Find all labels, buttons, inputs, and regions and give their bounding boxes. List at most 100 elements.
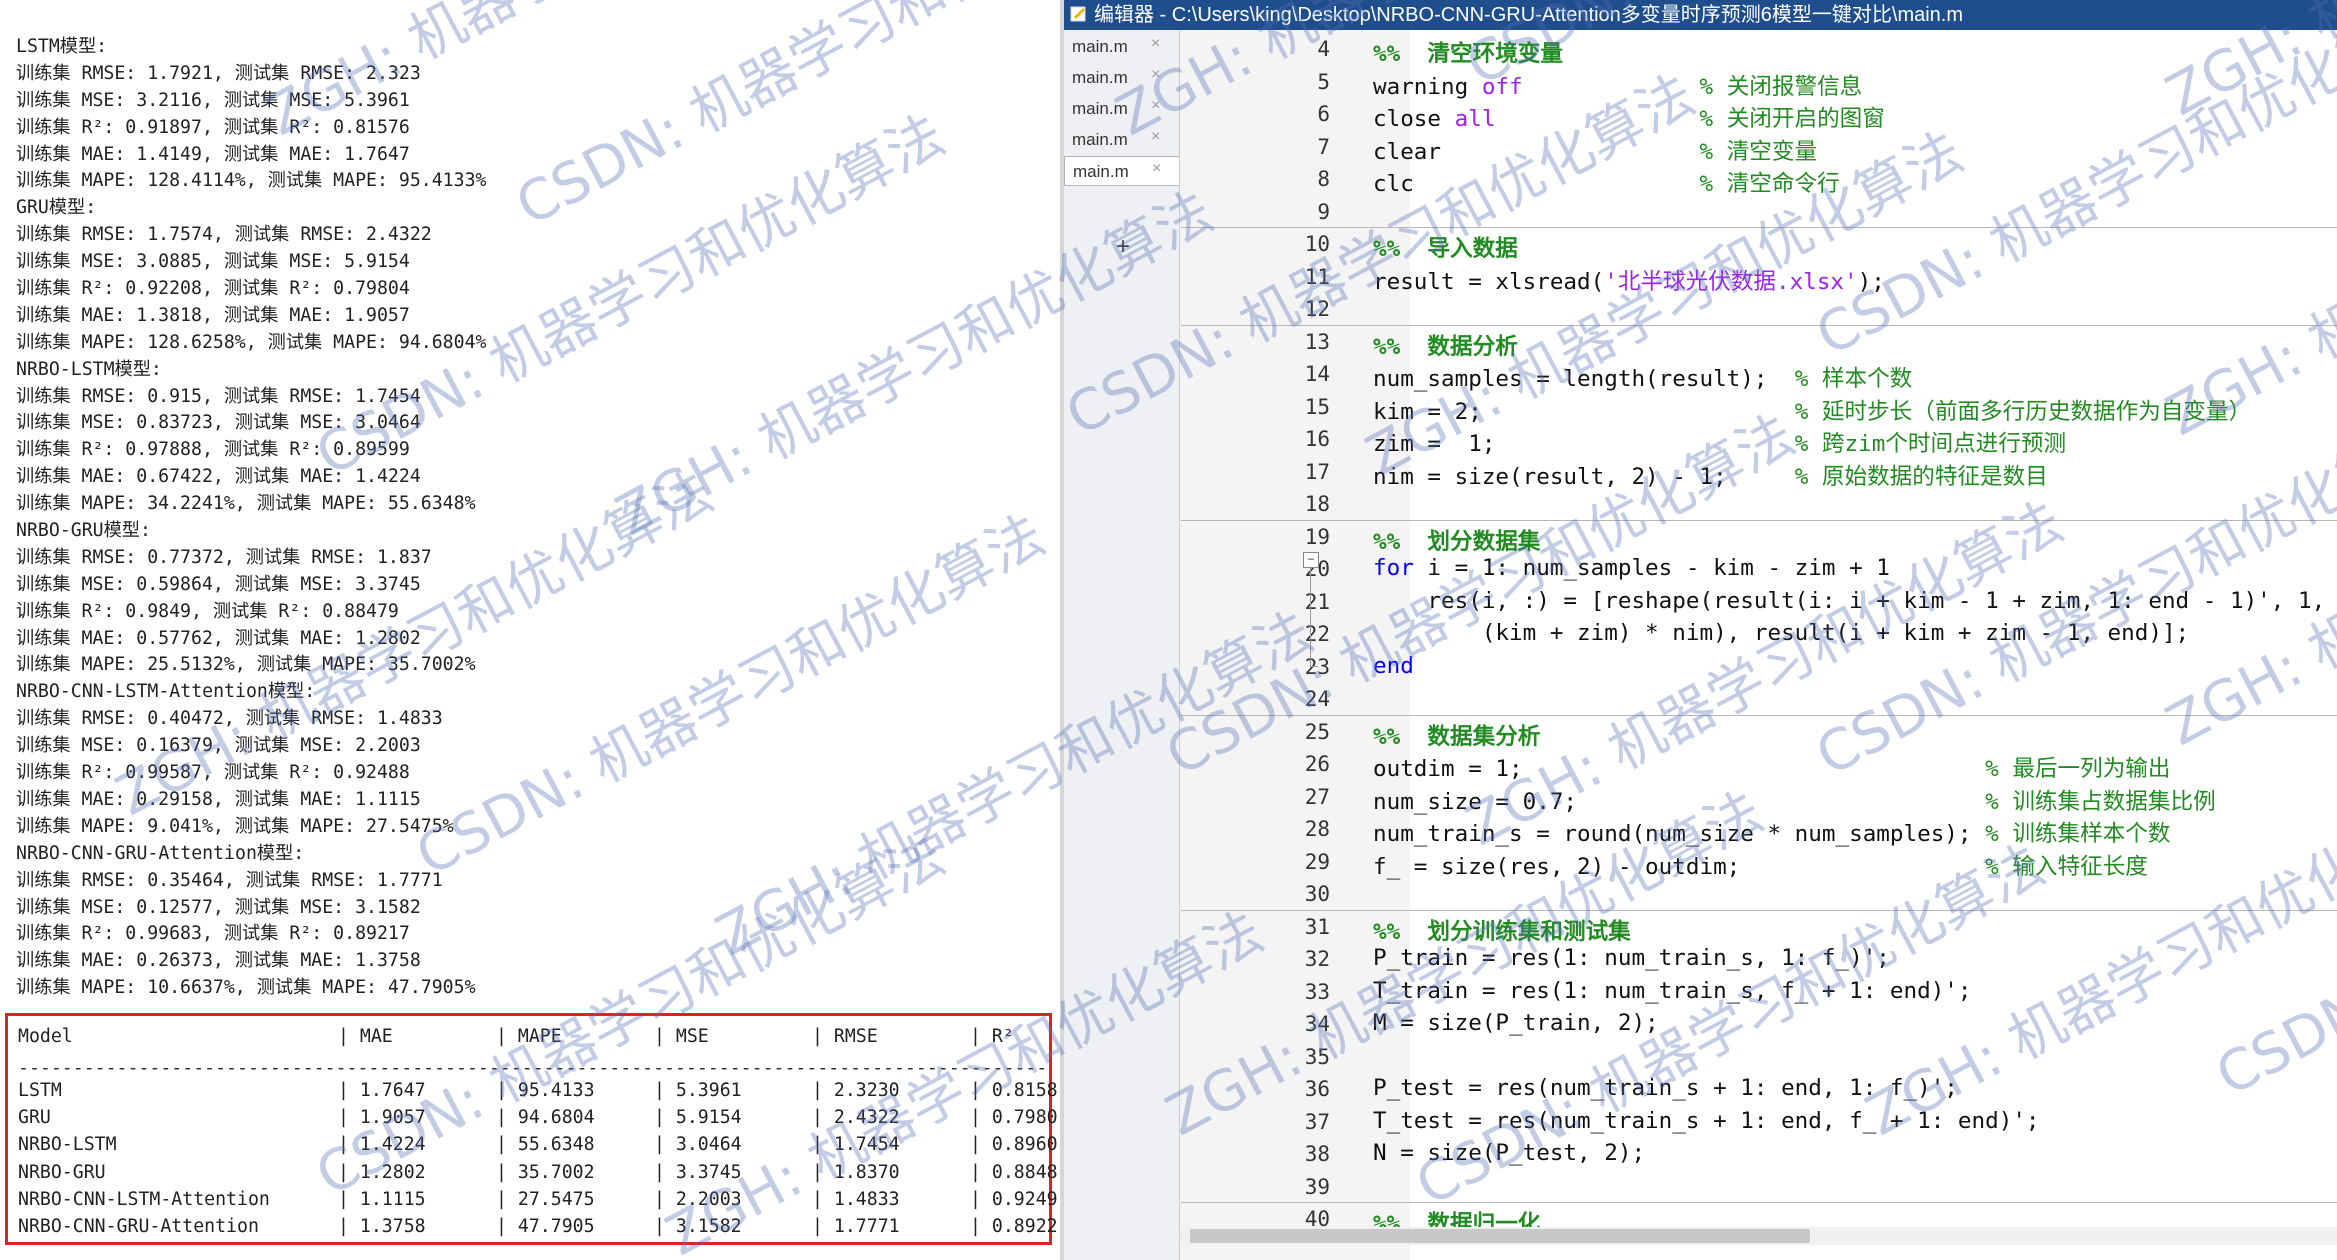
code-line[interactable]: %% 划分训练集和测试集: [1373, 913, 1631, 945]
code-string: '北半球光伏数据.xlsx': [1604, 268, 1858, 295]
code-line[interactable]: result = xlsread('北半球光伏数据.xlsx');: [1373, 263, 1885, 295]
file-tab[interactable]: main.m ×: [1064, 32, 1179, 62]
close-tab-icon[interactable]: ×: [1152, 160, 1161, 178]
results-separator: ----------------------------------------…: [18, 1058, 1048, 1079]
file-tab[interactable]: main.m ×: [1064, 94, 1179, 124]
file-tab-label: main.m: [1072, 130, 1128, 149]
results-cell-mae: | 1.2802: [338, 1161, 426, 1183]
code-line[interactable]: num_train_s = round(num_size * num_sampl…: [1373, 815, 2171, 847]
code-line[interactable]: zim = 1; % 跨zim个时间点进行预测: [1373, 425, 2066, 457]
code-line[interactable]: warning off % 关闭报警信息: [1373, 68, 1862, 100]
code-line[interactable]: T_test = res(num_train_s + 1: end, f_ + …: [1373, 1108, 2040, 1140]
results-cell-mse: | 2.2003: [654, 1188, 742, 1210]
code-line[interactable]: T_train = res(1: num_train_s, f_ + 1: en…: [1373, 978, 1972, 1010]
code-text: kim = 2;: [1373, 398, 1795, 425]
close-tab-icon[interactable]: ×: [1151, 128, 1160, 146]
section-divider: [1181, 324, 2337, 326]
file-tab[interactable]: main.m ×: [1064, 156, 1179, 186]
code-line[interactable]: %% 数据分析: [1373, 328, 1518, 360]
close-tab-icon[interactable]: ×: [1151, 35, 1160, 53]
code-line[interactable]: %% 数据集分析: [1373, 718, 1540, 750]
code-line[interactable]: M = size(P_train, 2);: [1373, 1010, 1659, 1042]
code-line[interactable]: (kim + zim) * nim), result(i + kim + zim…: [1373, 620, 2189, 652]
code-line[interactable]: close all % 关闭开启的图窗: [1373, 100, 1885, 132]
console-line: 训练集 RMSE: 1.7574, 测试集 RMSE: 2.4322: [16, 224, 432, 246]
line-number: 29: [1304, 849, 1330, 874]
results-cell-rmse: | 1.7454: [812, 1134, 900, 1156]
file-tab[interactable]: main.m ×: [1064, 63, 1179, 93]
close-tab-icon[interactable]: ×: [1151, 97, 1160, 115]
code-line[interactable]: %% 导入数据: [1373, 230, 1518, 262]
line-number: 33: [1304, 979, 1330, 1004]
results-cell-r2: | 0.8960: [970, 1134, 1058, 1156]
code-text: result = xlsread(: [1373, 268, 1605, 295]
line-number: 26: [1304, 752, 1330, 776]
line-number: 18: [1304, 492, 1330, 516]
results-cell-rmse: | 1.7771: [812, 1216, 900, 1237]
code-line[interactable]: f_ = size(res, 2) - outdim; % 输入特征长度: [1373, 848, 2148, 880]
results-header-rmse: | RMSE: [812, 1026, 878, 1047]
results-cell-mse: | 5.9154: [654, 1107, 742, 1129]
code-text: i = 1: num_samples - kim - zim + 1: [1413, 555, 1890, 581]
code-comment: % 训练集样本个数: [1985, 821, 2171, 847]
results-cell-mae: | 1.1115: [338, 1188, 426, 1210]
console-line: 训练集 MSE: 0.59864, 测试集 MSE: 3.3745: [16, 573, 421, 595]
results-cell-r2: | 0.9249: [970, 1188, 1058, 1210]
line-number: 24: [1304, 687, 1330, 711]
close-tab-icon[interactable]: ×: [1151, 66, 1160, 84]
code-text: zim = 1;: [1373, 431, 1795, 457]
console-output: LSTM模型: 训练集 RMSE: 1.7921, 测试集 RMSE: 2.323…: [16, 34, 486, 1002]
console-line: 训练集 RMSE: 0.915, 测试集 RMSE: 1.7454: [16, 385, 421, 407]
code-line[interactable]: %% 划分数据集: [1373, 523, 1540, 555]
code-line[interactable]: end: [1373, 653, 1414, 685]
add-tab-button[interactable]: +: [1116, 233, 1130, 261]
code-text: M = size(P_train, 2);: [1373, 1010, 1659, 1036]
results-cell-r2: | 0.8158: [970, 1080, 1058, 1101]
line-number: 19: [1304, 524, 1330, 549]
code-line[interactable]: %% 清空环境变量: [1373, 35, 1563, 67]
results-header-mse: | MSE: [654, 1026, 709, 1047]
code-line[interactable]: num_size = 0.7; % 训练集占数据集比例: [1373, 783, 2216, 815]
code-text: clear: [1373, 138, 1700, 165]
line-number: 31: [1304, 914, 1330, 939]
fold-guide-end: [1310, 666, 1318, 667]
code-line[interactable]: num_samples = length(result); % 样本个数: [1373, 360, 1912, 392]
line-number: 7: [1317, 134, 1330, 159]
line-number: 6: [1317, 102, 1330, 126]
code-line[interactable]: outdim = 1; % 最后一列为输出: [1373, 750, 2171, 782]
console-line: 训练集 R²: 0.92208, 测试集 R²: 0.79804: [16, 278, 410, 300]
code-text: nim = size(result, 2) - 1;: [1373, 463, 1795, 490]
code-section-title: %% 导入数据: [1373, 236, 1518, 262]
code-text: T_train = res(1: num_train_s, f_ + 1: en…: [1373, 977, 1972, 1004]
line-number: 16: [1304, 427, 1330, 451]
section-divider: [1181, 714, 2337, 716]
fold-toggle-icon[interactable]: −: [1303, 552, 1319, 568]
code-comment: % 跨zim个时间点进行预测: [1794, 431, 2067, 457]
results-cell-mae: | 1.7647: [338, 1080, 426, 1101]
code-line[interactable]: clc % 清空命令行: [1373, 165, 1840, 197]
file-tab-label: main.m: [1072, 99, 1128, 118]
results-table-box: Model | MAE | MAPE | MSE | RMSE | R² ---…: [5, 1013, 1058, 1245]
results-cell-model: LSTM: [18, 1080, 62, 1101]
results-header-model: Model: [18, 1026, 73, 1047]
command-window: LSTM模型: 训练集 RMSE: 1.7921, 测试集 RMSE: 2.323…: [0, 0, 1060, 1260]
horizontal-scrollbar-thumb[interactable]: [1190, 1229, 1810, 1243]
results-cell-rmse: | 1.8370: [812, 1161, 900, 1183]
console-line: NRBO-CNN-GRU-Attention模型:: [16, 842, 305, 864]
code-comment: % 关闭报警信息: [1699, 73, 1863, 100]
code-line[interactable]: res(i, :) = [reshape(result(i: i + kim -…: [1373, 588, 2337, 620]
code-line[interactable]: P_test = res(num_train_s + 1: end, 1: f_…: [1373, 1075, 1958, 1107]
code-line[interactable]: N = size(P_test, 2);: [1373, 1140, 1645, 1172]
code-comment: % 最后一列为输出: [1985, 756, 2171, 782]
file-tab[interactable]: main.m ×: [1064, 125, 1179, 155]
code-line[interactable]: nim = size(result, 2) - 1; % 原始数据的特征是数目: [1373, 458, 2048, 490]
console-line: 训练集 R²: 0.91897, 测试集 R²: 0.81576: [16, 116, 410, 138]
code-line[interactable]: for i = 1: num_samples - kim - zim + 1: [1373, 555, 1890, 587]
results-cell-mse: | 5.3961: [654, 1080, 742, 1101]
code-line[interactable]: kim = 2; % 延时步长（前面多行历史数据作为自变量）: [1373, 393, 2251, 425]
code-line[interactable]: P_train = res(1: num_train_s, 1: f_)';: [1373, 945, 1890, 977]
code-comment: % 延时步长（前面多行历史数据作为自变量）: [1794, 398, 2252, 425]
line-number: 10: [1304, 232, 1330, 256]
console-line: 训练集 MAPE: 9.041%, 测试集 MAPE: 27.5475%: [16, 815, 454, 837]
code-line[interactable]: clear % 清空变量: [1373, 133, 1817, 165]
